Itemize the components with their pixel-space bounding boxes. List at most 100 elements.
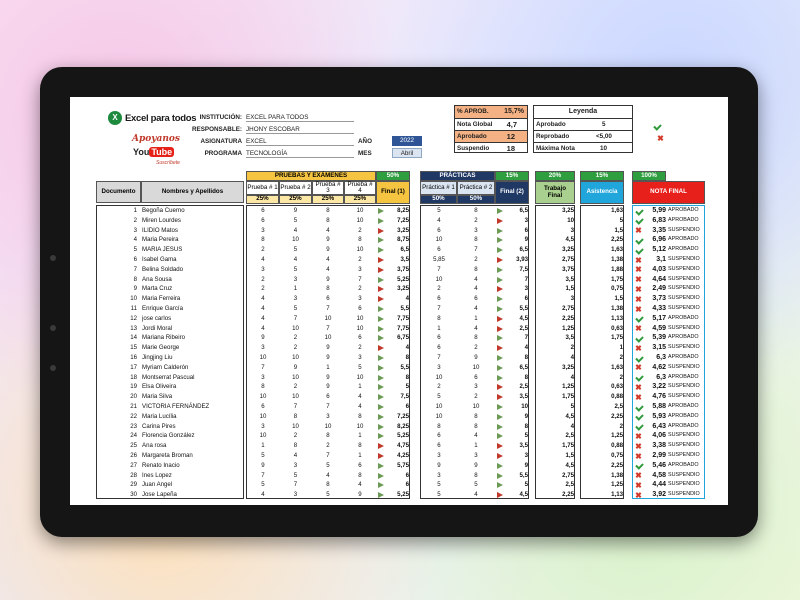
table-row[interactable]: 11 Enrique García 4 5 7 6 5,5 7 4 5,5 2,75 1,38 4,33… [70,304,728,314]
asistencia-cell[interactable]: 2,5 [581,402,623,412]
trabajo-cell[interactable]: 2,75 [536,255,574,265]
trabajo-cell[interactable]: 1,25 [536,382,574,392]
trabajo-cell[interactable]: 3,25 [536,363,574,373]
prueba3-cell[interactable]: 3 [312,412,344,422]
practica2-cell[interactable]: 4 [457,431,495,441]
doc-cell[interactable]: 23 [97,422,137,432]
estado-cell[interactable]: APROBADO [668,206,704,216]
prueba4-cell[interactable]: 6 [344,461,376,471]
prueba1-cell[interactable]: 10 [247,431,279,441]
prueba4-cell[interactable]: 7 [344,275,376,285]
final1-cell[interactable]: 3,75 [376,265,409,275]
final2-cell[interactable]: 6,5 [495,206,528,216]
final1-cell[interactable]: 5,25 [376,490,409,500]
prueba2-cell[interactable]: 4 [279,451,312,461]
final2-cell[interactable]: 5 [495,480,528,490]
doc-cell[interactable]: 2 [97,216,137,226]
table-row[interactable]: 5 MARIA JESUS 2 5 9 10 6,5 6 7 6,5 3,25 1,63 5,12 APR… [70,245,728,255]
practica1-cell[interactable]: 2 [421,382,457,392]
practica2-cell[interactable]: 7 [457,245,495,255]
prueba4-cell[interactable]: 2 [344,284,376,294]
final1-cell[interactable]: 6,5 [376,245,409,255]
trabajo-cell[interactable]: 2,5 [536,480,574,490]
table-row[interactable]: 8 Ana Sousa 2 3 9 7 5,25 10 4 7 3,5 1,75 4,64 SUSPEND… [70,275,728,285]
name-cell[interactable]: Maria Lucília [142,412,242,422]
prueba3-cell[interactable]: 1 [312,363,344,373]
name-cell[interactable]: Maria Ferreira [142,294,242,304]
doc-cell[interactable]: 27 [97,461,137,471]
practica2-header[interactable]: Práctica # 2 [457,181,495,195]
prueba2-cell[interactable]: 7 [279,402,312,412]
final1-cell[interactable]: 4,25 [376,451,409,461]
doc-cell[interactable]: 1 [97,206,137,216]
asistencia-cell[interactable]: 1 [581,343,623,353]
practica1-cell[interactable]: 7 [421,304,457,314]
name-cell[interactable]: Elsa Oliveira [142,382,242,392]
prueba1-cell[interactable]: 10 [247,392,279,402]
final2-cell[interactable]: 3 [495,216,528,226]
prueba2-cell[interactable]: 10 [279,324,312,334]
estado-cell[interactable]: APROBADO [668,373,704,383]
prueba1-cell[interactable]: 5 [247,451,279,461]
trabajo-cell[interactable]: 4,5 [536,461,574,471]
trabajo-cell[interactable]: 3,25 [536,245,574,255]
prueba1-cell[interactable]: 4 [247,324,279,334]
prueba4-cell[interactable]: 8 [344,471,376,481]
prueba3-cell[interactable]: 9 [312,235,344,245]
prueba3-cell[interactable]: 9 [312,275,344,285]
trabajo-cell[interactable]: 1,75 [536,441,574,451]
institucion-value[interactable]: EXCEL PARA TODOS [246,114,354,122]
doc-cell[interactable]: 8 [97,275,137,285]
practica2-cell[interactable]: 2 [457,255,495,265]
prueba4-cell[interactable]: 4 [344,402,376,412]
prueba1-cell[interactable]: 4 [247,490,279,500]
final2-cell[interactable]: 9 [495,235,528,245]
table-row[interactable]: 16 Jingjing Liu 10 10 9 3 8 7 9 8 4 2 6,3 APROBADO [70,353,728,363]
final1-cell[interactable]: 8 [376,353,409,363]
practica1-cell[interactable]: 3 [421,363,457,373]
trabajo-cell[interactable]: 2,75 [536,304,574,314]
practica2-cell[interactable]: 2 [457,343,495,353]
prueba3-cell[interactable]: 7 [312,324,344,334]
final2-cell[interactable]: 2,5 [495,324,528,334]
estado-cell[interactable]: APROBADO [668,402,704,412]
doc-cell[interactable]: 22 [97,412,137,422]
prueba1-cell[interactable]: 4 [247,255,279,265]
prueba4-cell[interactable]: 9 [344,490,376,500]
final1-cell[interactable]: 8 [376,373,409,383]
table-row[interactable]: 14 Mariana Ribeiro 9 2 10 6 6,75 6 8 7 3,5 1,75 5,39… [70,333,728,343]
final1-cell[interactable]: 6,75 [376,333,409,343]
table-row[interactable]: 25 Ana rosa 1 8 2 8 4,75 6 1 3,5 1,75 0,88 3,38 SUSPE… [70,441,728,451]
prueba2-cell[interactable]: 2 [279,333,312,343]
prueba4-cell[interactable]: 5 [344,363,376,373]
estado-cell[interactable]: SUSPENDIO [668,284,704,294]
mes-value[interactable]: Abril [392,148,422,158]
nota-cell[interactable]: 6,96 [643,235,666,245]
prueba1-cell[interactable]: 9 [247,461,279,471]
practica1-cell[interactable]: 6 [421,333,457,343]
final1-cell[interactable]: 4,75 [376,441,409,451]
asistencia-cell[interactable]: 0,63 [581,324,623,334]
prueba1-cell[interactable]: 3 [247,422,279,432]
practica1-cell[interactable]: 6 [421,294,457,304]
prueba2-cell[interactable]: 7 [279,480,312,490]
asistencia-header[interactable]: Asistencia [580,181,624,204]
practica1-cell[interactable]: 8 [421,314,457,324]
practica2-cell[interactable]: 1 [457,314,495,324]
prueba2-cell[interactable]: 5 [279,471,312,481]
prueba4-cell[interactable]: 1 [344,431,376,441]
nota-cell[interactable]: 5,39 [643,333,666,343]
doc-cell[interactable]: 10 [97,294,137,304]
prueba3-cell[interactable]: 7 [312,304,344,314]
doc-cell[interactable]: 19 [97,382,137,392]
final1-cell[interactable]: 5,25 [376,275,409,285]
asistencia-cell[interactable]: 1,88 [581,265,623,275]
trabajo-cell[interactable]: 3 [536,294,574,304]
table-row[interactable]: 23 Carina Pires 3 10 10 10 8,25 8 8 8 4 2 6,43 APROBA… [70,422,728,432]
final2-cell[interactable]: 8 [495,373,528,383]
name-cell[interactable]: Belina Soldado [142,265,242,275]
doc-cell[interactable]: 9 [97,284,137,294]
prueba2-cell[interactable]: 4 [279,255,312,265]
final1-cell[interactable]: 5,25 [376,431,409,441]
final1-cell[interactable]: 7,75 [376,314,409,324]
